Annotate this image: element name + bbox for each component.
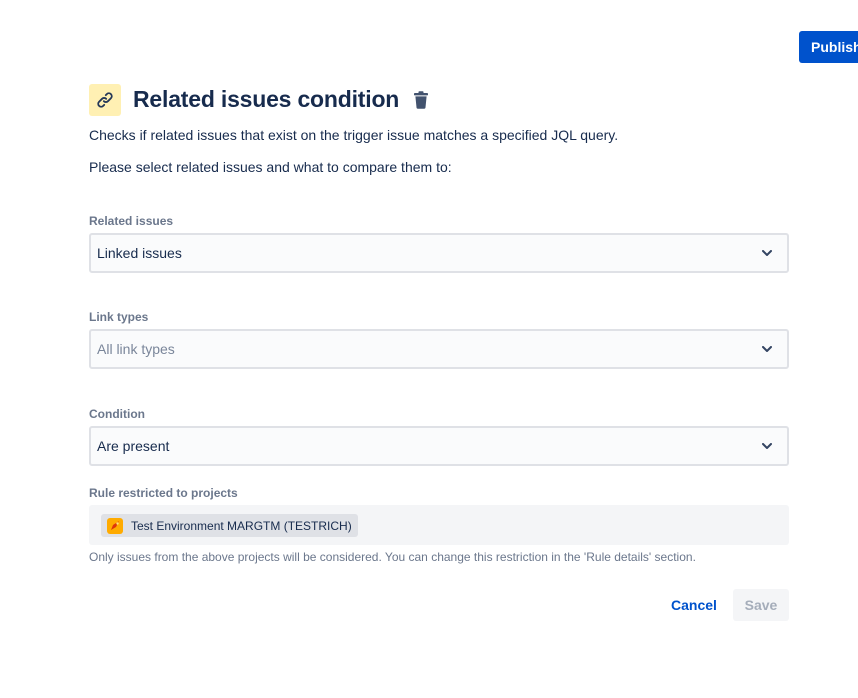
link-types-select[interactable]: All link types [89, 329, 789, 369]
chevron-down-icon [761, 343, 773, 355]
related-issues-label: Related issues [89, 214, 174, 228]
save-button[interactable]: Save [733, 589, 789, 621]
link-types-placeholder: All link types [97, 341, 175, 357]
link-types-label: Link types [89, 310, 149, 324]
related-issues-value: Linked issues [97, 245, 182, 261]
page: Publish Related issues condition Checks … [0, 0, 858, 698]
projects-label: Rule restricted to projects [89, 486, 238, 500]
condition-description: Checks if related issues that exist on t… [89, 127, 619, 143]
condition-prompt: Please select related issues and what to… [89, 159, 452, 175]
projects-help-text: Only issues from the above projects will… [89, 550, 696, 564]
link-icon [89, 83, 121, 116]
page-title: Related issues condition [133, 86, 400, 112]
project-tag: Test Environment MARGTM (TESTRICH) [101, 514, 358, 537]
condition-value: Are present [97, 438, 170, 454]
project-tag-label: Test Environment MARGTM (TESTRICH) [131, 518, 352, 533]
publish-button[interactable]: Publish [799, 31, 858, 63]
cancel-button[interactable]: Cancel [663, 589, 725, 621]
condition-label: Condition [89, 407, 145, 421]
project-avatar-icon [107, 517, 123, 534]
related-issues-select[interactable]: Linked issues [89, 233, 789, 273]
condition-select[interactable]: Are present [89, 426, 789, 466]
chevron-down-icon [761, 440, 773, 452]
condition-header: Related issues condition [89, 83, 789, 116]
condition-panel: Related issues condition Checks if relat… [89, 83, 789, 621]
chevron-down-icon [761, 247, 773, 259]
projects-field: Test Environment MARGTM (TESTRICH) [89, 505, 789, 545]
trash-icon[interactable] [411, 89, 431, 111]
